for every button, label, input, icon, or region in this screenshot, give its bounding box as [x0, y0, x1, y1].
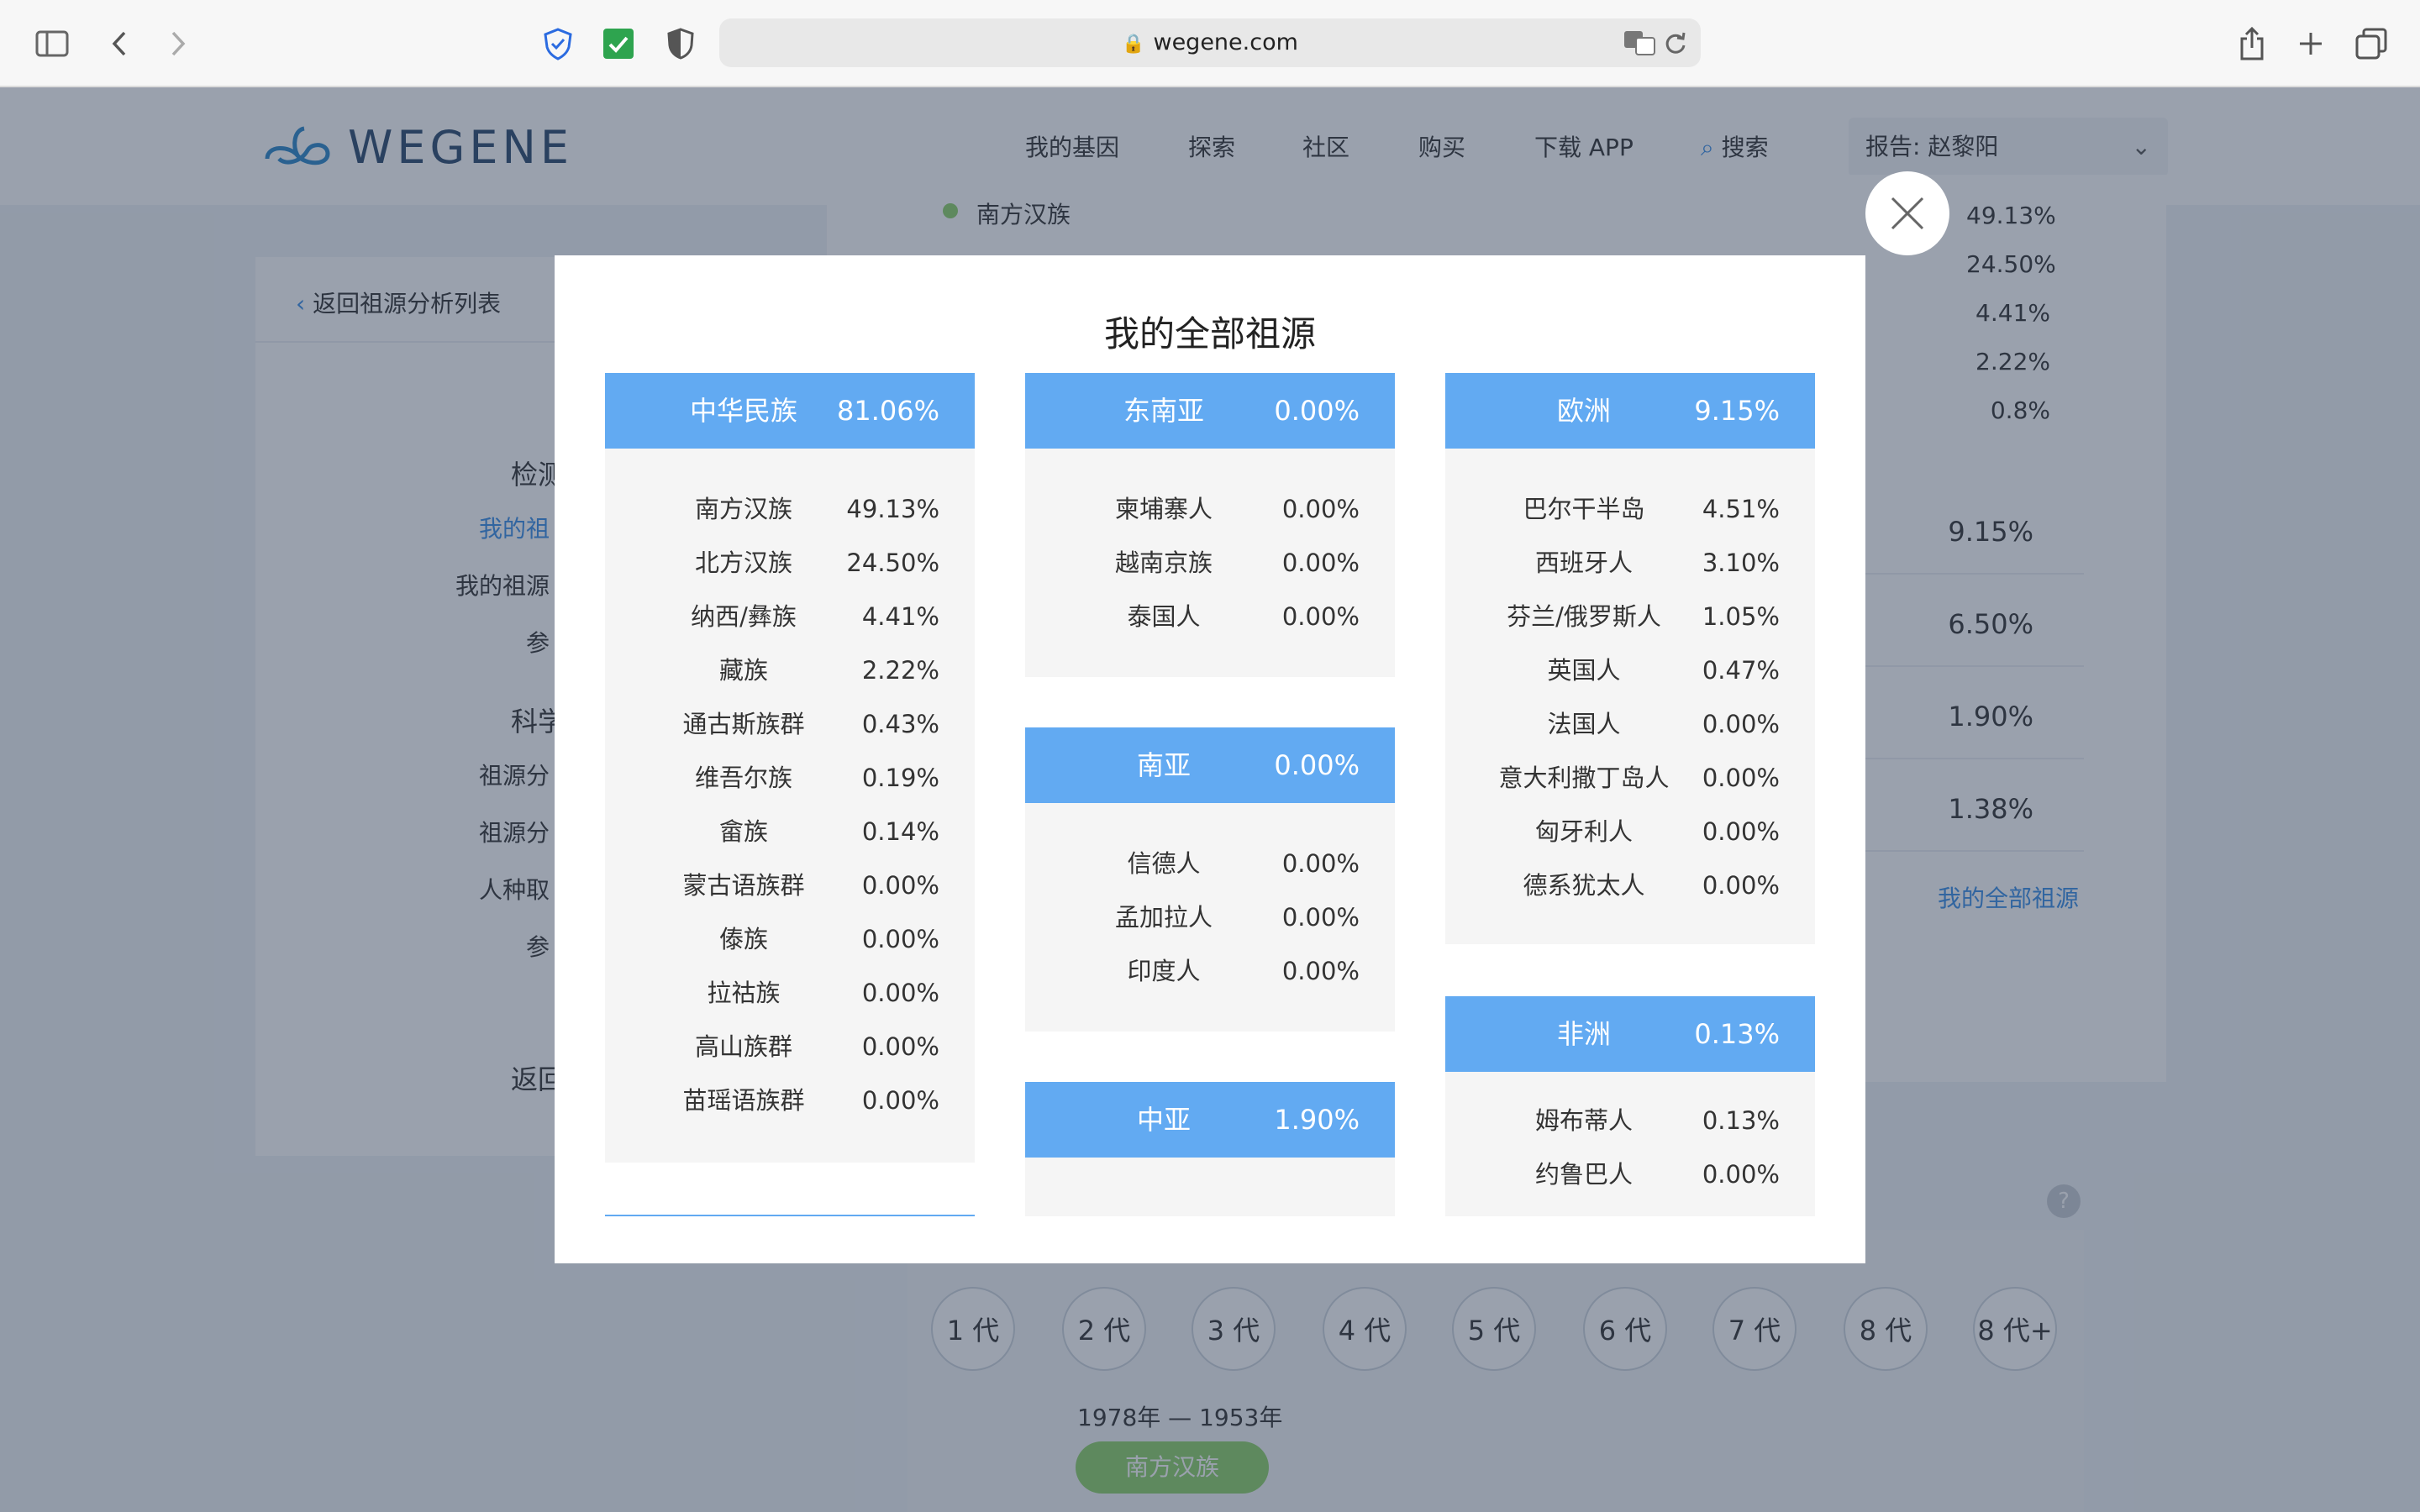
region-card: 中亚 1.90%	[1025, 1082, 1395, 1216]
population-name: 孟加拉人	[1114, 903, 1213, 932]
region-card: 南亚 0.00% 信德人 0.00% 孟加拉人 0.00% 印度人 0.00%	[1025, 727, 1395, 1032]
next-card-edge	[605, 1215, 975, 1216]
population-pct: 0.00%	[1281, 549, 1360, 577]
population-name: 西班牙人	[1534, 549, 1633, 577]
translate-icon[interactable]	[1623, 30, 1655, 59]
ancestry-row: 信德人 0.00%	[1025, 837, 1395, 890]
shield-extension-icon[interactable]	[536, 22, 580, 66]
card-title: 南亚	[1136, 749, 1191, 781]
population-name: 巴尔干半岛	[1523, 495, 1645, 523]
population-pct: 0.00%	[1281, 957, 1360, 985]
card-title: 中亚	[1136, 1104, 1191, 1136]
card-percent: 1.90%	[1274, 1104, 1360, 1136]
card-percent: 0.00%	[1274, 395, 1360, 427]
population-name: 法国人	[1547, 710, 1621, 738]
browser-toolbar: 🔒 wegene.com	[0, 0, 2420, 87]
ancestry-row: 意大利撒丁岛人 0.00%	[1445, 751, 1815, 805]
population-pct: 3.10%	[1702, 549, 1780, 577]
ancestry-row: 匈牙利人 0.00%	[1445, 805, 1815, 858]
card-percent: 0.13%	[1694, 1018, 1780, 1050]
population-name: 英国人	[1547, 656, 1621, 685]
population-pct: 4.51%	[1702, 495, 1780, 523]
population-name: 约鲁巴人	[1534, 1160, 1633, 1189]
address-bar[interactable]: 🔒 wegene.com	[719, 18, 1701, 67]
population-name: 意大利撒丁岛人	[1498, 764, 1670, 792]
forward-icon[interactable]	[156, 22, 200, 66]
population-name: 越南京族	[1114, 549, 1213, 577]
ancestry-row: 西班牙人 3.10%	[1445, 536, 1815, 590]
population-pct: 0.47%	[1702, 656, 1780, 685]
region-card: 欧洲 9.15% 巴尔干半岛 4.51% 西班牙人 3.10% 芬兰/俄罗斯人 1.0…	[1445, 373, 1815, 944]
population-name: 泰国人	[1127, 602, 1201, 631]
lock-icon: 🔒	[1122, 34, 1145, 55]
ancestry-row: 柬埔寨人 0.00%	[1025, 482, 1395, 536]
population-name: 柬埔寨人	[1114, 495, 1213, 523]
ancestry-row: 姆布蒂人 0.13%	[1445, 1094, 1815, 1147]
population-pct: 0.00%	[1702, 817, 1780, 846]
ancestry-row: 芬兰/俄罗斯人 1.05%	[1445, 590, 1815, 643]
card-header: 东南亚 0.00%	[1025, 373, 1395, 449]
population-name: 匈牙利人	[1534, 817, 1633, 846]
population-pct: 0.00%	[1281, 495, 1360, 523]
share-icon[interactable]	[2230, 22, 2274, 66]
ancestry-row: 巴尔干半岛 4.51%	[1445, 482, 1815, 536]
population-name: 芬兰/俄罗斯人	[1507, 602, 1661, 631]
card-title: 东南亚	[1123, 395, 1204, 427]
card-header: 欧洲 9.15%	[1445, 373, 1815, 449]
close-icon	[1891, 197, 1924, 230]
population-pct: 0.00%	[1702, 871, 1780, 900]
card-header: 南亚 0.00%	[1025, 727, 1395, 803]
ancestry-row: 泰国人 0.00%	[1025, 590, 1395, 643]
population-pct: 1.05%	[1702, 602, 1780, 631]
population-pct: 0.00%	[1281, 849, 1360, 878]
ancestry-row: 英国人 0.47%	[1445, 643, 1815, 697]
ancestry-row: 法国人 0.00%	[1445, 697, 1815, 751]
population-pct: 0.00%	[1281, 602, 1360, 631]
ancestry-row: 约鲁巴人 0.00%	[1445, 1147, 1815, 1201]
ancestry-row: 孟加拉人 0.00%	[1025, 890, 1395, 944]
card-header: 中亚 1.90%	[1025, 1082, 1395, 1158]
card-title: 欧洲	[1556, 395, 1611, 427]
card-header: 非洲 0.13%	[1445, 996, 1815, 1072]
reload-icon[interactable]	[1664, 30, 1687, 59]
population-pct: 0.00%	[1702, 1160, 1780, 1189]
close-modal-button[interactable]	[1865, 171, 1949, 255]
new-tab-icon[interactable]	[2289, 22, 2333, 66]
ancestry-row: 德系犹太人 0.00%	[1445, 858, 1815, 912]
population-pct: 0.00%	[1702, 764, 1780, 792]
population-pct: 0.00%	[1702, 710, 1780, 738]
population-name: 德系犹太人	[1523, 871, 1645, 900]
ancestry-row: 印度人 0.00%	[1025, 944, 1395, 998]
modal-title: 我的全部祖源	[1103, 313, 1316, 354]
modal-scroll-area[interactable]: 中华民族 81.06% 南方汉族 49.13% 北方汉族 24.50% 纳西/彝族 4…	[605, 373, 1815, 1216]
region-card: 东南亚 0.00% 柬埔寨人 0.00% 越南京族 0.00% 泰国人 0.00%	[1025, 373, 1395, 677]
population-name: 姆布蒂人	[1534, 1106, 1633, 1135]
card-gap	[605, 1163, 975, 1216]
tab-overview-icon[interactable]	[2349, 22, 2393, 66]
population-name: 印度人	[1127, 957, 1201, 985]
card-percent: 9.15%	[1694, 395, 1780, 427]
ancestry-modal: 我的全部祖源 中华民族 81.06% 南方汉族 49.13% 北方汉族 24.50%…	[555, 255, 1865, 1263]
region-card: 非洲 0.13% 姆布蒂人 0.13% 约鲁巴人 0.00%	[1445, 996, 1815, 1216]
ancestry-row: 越南京族 0.00%	[1025, 536, 1395, 590]
url-text: wegene.com	[1153, 29, 1298, 55]
back-icon[interactable]	[97, 22, 141, 66]
card-percent: 0.00%	[1274, 749, 1360, 781]
population-pct: 0.13%	[1702, 1106, 1780, 1135]
card-title: 非洲	[1556, 1018, 1611, 1050]
population-name: 信德人	[1127, 849, 1201, 878]
check-extension-icon[interactable]	[597, 22, 640, 66]
sidebar-toggle-icon[interactable]	[30, 22, 74, 66]
privacy-extension-icon[interactable]	[659, 22, 702, 66]
population-pct: 0.00%	[1281, 903, 1360, 932]
